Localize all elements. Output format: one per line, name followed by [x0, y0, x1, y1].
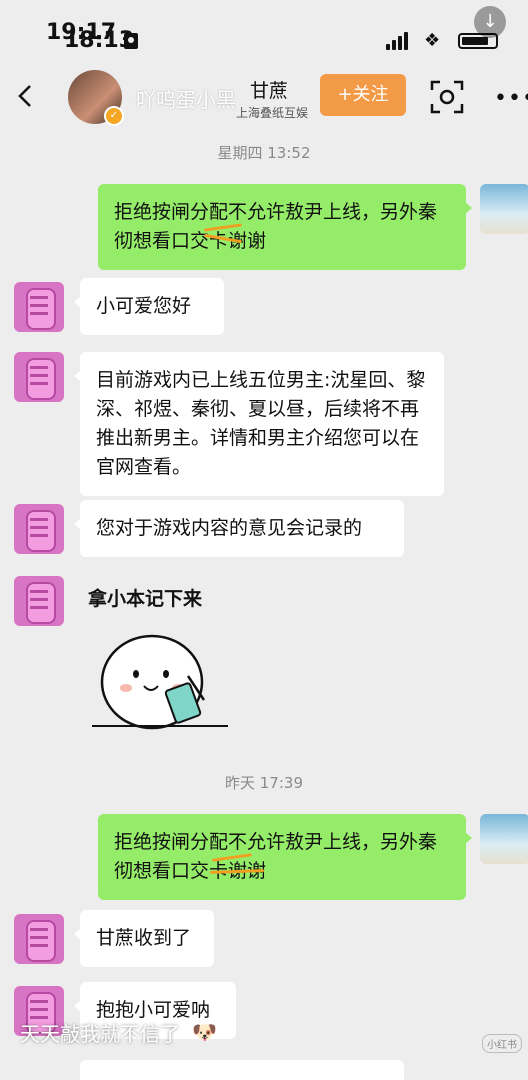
- chat-header: ✓ 吖呜蛋小黑 甘蔗 上海叠纸互娱 +关注 •••: [0, 60, 528, 134]
- contact-company: 上海叠纸互娱: [236, 106, 309, 120]
- message-bubble-self[interactable]: 拒绝按闸分配不允许敖尹上线，另外秦彻想看口交卡谢谢: [98, 184, 472, 270]
- timestamp: 星期四 13:52: [217, 144, 311, 162]
- message-bubble-other[interactable]: 您对于游戏内容的意见会记录的: [74, 500, 404, 557]
- overlay-caption: 天天敲我就不信了: [20, 1022, 180, 1046]
- sticker-image[interactable]: 拿小本记下来: [84, 580, 244, 730]
- more-icon[interactable]: •••: [494, 86, 528, 111]
- signal-icon: [386, 32, 412, 50]
- watermark: 小红书: [482, 1034, 522, 1053]
- scan-icon[interactable]: [430, 80, 464, 114]
- avatar-contact[interactable]: [14, 504, 64, 554]
- avatar-self[interactable]: [480, 814, 528, 864]
- sticker-character-icon: [92, 634, 228, 730]
- avatar-contact[interactable]: [14, 352, 64, 402]
- avatar-contact[interactable]: [14, 914, 64, 964]
- message-bubble-other-partial[interactable]: [74, 1060, 404, 1080]
- download-icon[interactable]: ↓: [474, 6, 506, 38]
- user-name: 吖呜蛋小黑: [136, 88, 236, 112]
- message-bubble-self[interactable]: 拒绝按闸分配不允许敖尹上线，另外秦彻想看口交卡谢谢: [98, 814, 472, 900]
- sticker-caption: 拿小本记下来: [88, 588, 203, 610]
- message-bubble-other[interactable]: 甘蔗收到了: [74, 910, 214, 967]
- lock-icon: [124, 33, 138, 49]
- avatar-contact[interactable]: [14, 282, 64, 332]
- follow-button[interactable]: +关注: [320, 74, 406, 116]
- dog-emoji-icon: 🐶: [192, 1020, 217, 1044]
- verified-icon: ✓: [104, 106, 124, 126]
- wifi-icon: ❖: [424, 30, 441, 51]
- avatar-self[interactable]: [480, 184, 528, 234]
- contact-name[interactable]: 甘蔗: [250, 76, 288, 103]
- status-bar: 19:17 18:13 ❖ ↓: [0, 0, 528, 60]
- avatar-contact[interactable]: [14, 576, 64, 626]
- message-bubble-other[interactable]: 目前游戏内已上线五位男主:沈星回、黎深、祁煜、秦彻、夏以昼，后续将不再推出新男主…: [74, 352, 444, 496]
- message-bubble-other[interactable]: 小可爱您好: [74, 278, 224, 335]
- timestamp: 昨天 17:39: [225, 774, 303, 792]
- back-icon[interactable]: [16, 84, 36, 108]
